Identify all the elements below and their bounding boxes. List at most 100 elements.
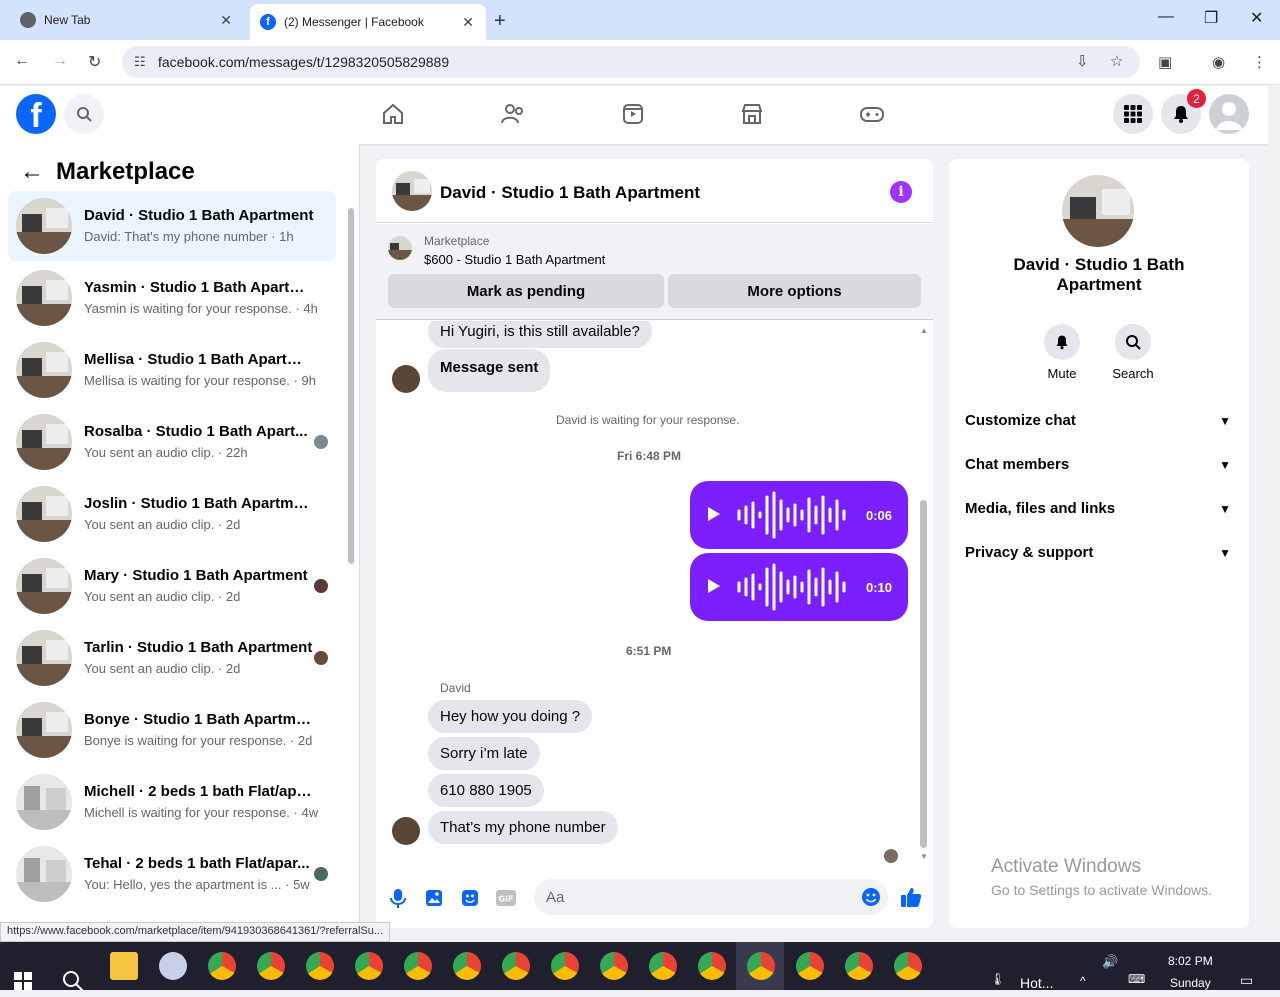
customize-chat-section[interactable]: Customize chat ▼ — [965, 412, 1233, 444]
chrome-icon[interactable] — [747, 952, 775, 980]
page-scrollbar[interactable] — [1268, 86, 1280, 942]
install-icon[interactable]: ⇩ — [1076, 52, 1089, 70]
message-bubble[interactable]: 610 880 1905 — [428, 774, 544, 807]
gif-icon[interactable]: GIF — [495, 887, 517, 909]
play-icon[interactable] — [708, 507, 720, 521]
message-bubble[interactable]: Message sent — [428, 349, 551, 392]
scrollbar-thumb[interactable] — [920, 500, 927, 848]
chrome-icon[interactable] — [698, 952, 726, 980]
new-tab-button[interactable]: + — [494, 10, 506, 33]
friends-icon[interactable] — [499, 100, 527, 128]
audio-message[interactable]: 0:10 — [690, 553, 908, 621]
chat-members-section[interactable]: Chat members ▼ — [965, 456, 1233, 488]
back-icon[interactable]: ← — [14, 52, 30, 70]
profile-icon[interactable]: ◉ — [1212, 53, 1225, 71]
restore-icon[interactable]: ❐ — [1204, 8, 1218, 28]
file-explorer-icon[interactable] — [110, 952, 138, 980]
conversation-item[interactable]: David · Studio 1 Bath Apartment David: T… — [8, 191, 336, 261]
marketplace-icon[interactable] — [738, 100, 766, 128]
close-icon[interactable]: ✕ — [462, 14, 474, 31]
clock-day[interactable]: Sunday — [1170, 976, 1211, 990]
clock-time[interactable]: 8:02 PM — [1168, 954, 1213, 968]
like-thumb-icon[interactable] — [899, 885, 923, 909]
chrome-icon[interactable] — [845, 952, 873, 980]
scroll-down-icon[interactable]: ▼ — [920, 852, 928, 861]
conversation-item[interactable]: Rosalba · Studio 1 Bath Apart... You sen… — [8, 407, 336, 477]
mark-as-pending-button[interactable]: Mark as pending — [388, 274, 664, 308]
chrome-icon[interactable] — [208, 952, 236, 980]
chrome-icon[interactable] — [649, 952, 677, 980]
taskbar-search-icon[interactable] — [62, 970, 84, 997]
chrome-icon[interactable] — [600, 952, 628, 980]
chrome-icon[interactable] — [894, 952, 922, 980]
conversation-item[interactable]: Tarlin · Studio 1 Bath Apartment You sen… — [8, 623, 336, 693]
keyboard-icon[interactable]: ⌨ — [1128, 972, 1145, 986]
tab-new-tab[interactable]: New Tab ✕ — [8, 0, 244, 40]
chrome-icon[interactable] — [551, 952, 579, 980]
reload-icon[interactable]: ↻ — [88, 52, 101, 72]
conversation-item[interactable]: Mellisa · Studio 1 Bath Apartment Mellis… — [8, 335, 336, 405]
chrome-icon[interactable] — [306, 952, 334, 980]
video-icon[interactable] — [619, 100, 647, 128]
forward-icon[interactable]: → — [52, 52, 68, 70]
more-options-button[interactable]: More options — [668, 274, 921, 308]
microphone-icon[interactable] — [387, 887, 409, 909]
address-bar[interactable]: ☷ facebook.com/messages/t/12983205058298… — [122, 46, 1140, 78]
chrome-icon[interactable] — [404, 952, 432, 980]
tab-search-icon[interactable]: ▣ — [1158, 53, 1172, 71]
search-button[interactable]: Search — [1098, 324, 1168, 381]
message-bubble[interactable]: Hi Yugiri, is this still available? — [428, 321, 652, 348]
message-bubble[interactable]: Sorry i’m late — [428, 737, 540, 770]
media-files-links-section[interactable]: Media, files and links ▼ — [965, 500, 1233, 532]
message-input[interactable]: Aa — [534, 879, 888, 915]
weather-icon[interactable]: 🌡 — [990, 972, 1005, 986]
chrome-icon[interactable] — [796, 952, 824, 980]
weather-label[interactable]: Hot... — [1020, 975, 1053, 991]
notification-center-icon[interactable]: ▭ — [1240, 972, 1253, 989]
chat-avatar[interactable] — [392, 171, 432, 211]
audio-message[interactable]: 0:06 — [690, 481, 908, 549]
search-icon[interactable] — [64, 94, 104, 134]
conversation-item[interactable]: Bonye · Studio 1 Bath Apartment Bonye is… — [8, 695, 336, 765]
close-icon[interactable]: ✕ — [220, 12, 232, 29]
photo-icon[interactable] — [423, 887, 445, 909]
scroll-up-icon[interactable]: ▲ — [920, 326, 928, 335]
chrome-icon[interactable] — [453, 952, 481, 980]
minimize-icon[interactable]: — — [1158, 8, 1174, 26]
conversation-item[interactable]: Tehal · 2 beds 1 bath Flat/apar... You: … — [8, 839, 336, 909]
sticker-icon[interactable] — [459, 887, 481, 909]
account-avatar[interactable] — [1209, 94, 1249, 134]
privacy-support-section[interactable]: Privacy & support ▼ — [965, 544, 1233, 576]
home-icon[interactable] — [379, 100, 407, 128]
conversation-item[interactable]: Michell · 2 beds 1 bath Flat/apar... Mic… — [8, 767, 336, 837]
menu-dots-icon[interactable]: ⋮ — [1252, 53, 1267, 71]
bookmark-star-icon[interactable]: ☆ — [1110, 52, 1123, 70]
info-icon[interactable]: i — [890, 181, 912, 203]
conversation-item[interactable]: Joslin · Studio 1 Bath Apartment You sen… — [8, 479, 336, 549]
conversation-item[interactable]: Mary · Studio 1 Bath Apartment You sent … — [8, 551, 336, 621]
play-icon[interactable] — [708, 579, 720, 593]
windows-start-icon[interactable] — [14, 972, 32, 990]
conversation-item[interactable]: Yasmin · Studio 1 Bath Apartment Yasmin … — [8, 263, 336, 333]
conversation-list-scrollbar[interactable] — [348, 208, 354, 564]
volume-icon[interactable]: 🔊 — [1102, 954, 1118, 970]
site-info-icon[interactable]: ☷ — [134, 54, 146, 70]
mute-button[interactable]: Mute — [1027, 324, 1097, 381]
chat-scrollbar[interactable]: ▲ ▼ — [919, 326, 928, 861]
message-bubble[interactable]: That’s my phone number — [428, 811, 618, 844]
menu-grid-icon[interactable] — [1113, 94, 1153, 134]
tray-expand-icon[interactable]: ^ — [1080, 974, 1086, 988]
paint-app-icon[interactable] — [159, 952, 187, 980]
window-close-icon[interactable]: ✕ — [1250, 8, 1263, 28]
gaming-icon[interactable] — [858, 100, 886, 128]
back-arrow-icon[interactable]: ← — [20, 158, 44, 186]
facebook-logo-icon[interactable]: f — [16, 94, 56, 134]
tab-messenger[interactable]: f (2) Messenger | Facebook ✕ — [250, 4, 486, 40]
chrome-icon[interactable] — [355, 952, 383, 980]
chat-title[interactable]: David · Studio 1 Bath Apartment — [440, 183, 700, 203]
listing-price-title[interactable]: $600 - Studio 1 Bath Apartment — [424, 252, 605, 267]
message-bubble[interactable]: Hey how you doing ? — [428, 700, 593, 733]
emoji-icon[interactable] — [860, 886, 882, 908]
chrome-icon[interactable] — [257, 952, 285, 980]
chrome-icon[interactable] — [502, 952, 530, 980]
